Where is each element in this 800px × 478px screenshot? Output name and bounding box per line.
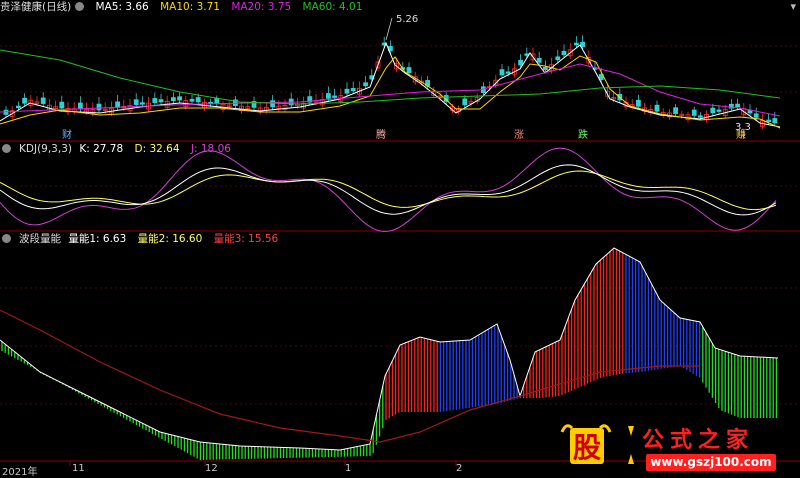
high-label: 5.26 [396, 14, 418, 25]
ma60-line [0, 49, 781, 105]
candle-body [673, 107, 678, 114]
candle-body [195, 97, 201, 103]
candle-body [115, 101, 120, 108]
candle-body [636, 99, 641, 107]
x-label-nov: 11 [72, 463, 85, 474]
x-label-feb: 2 [456, 463, 463, 474]
candle-body [654, 104, 660, 112]
candle-body [698, 115, 703, 118]
candle-body [406, 67, 412, 74]
candle-body [505, 71, 511, 74]
candle-body [691, 109, 697, 116]
candle-body [40, 97, 46, 104]
candle-body [350, 88, 356, 92]
candle-body [96, 103, 102, 111]
candle-body [518, 59, 523, 66]
candle-body [170, 97, 176, 102]
candle-body [270, 100, 276, 108]
candle-body [59, 101, 65, 109]
candle-body [536, 57, 542, 63]
x-label-jan: 1 [345, 463, 352, 474]
candle-body [22, 97, 28, 104]
candle-body [716, 109, 722, 112]
candle-body [543, 66, 548, 71]
candle-body [735, 103, 740, 108]
candle-body [133, 99, 139, 105]
watermark-logo: 股 公式之家 www.gszj100.com [560, 418, 796, 476]
marker-0: 财 [62, 128, 72, 141]
x-label-dec: 12 [205, 463, 218, 474]
watermark-url: www.gszj100.com [646, 454, 776, 471]
marker-3: 跌 [578, 128, 588, 141]
marker-1: 腾 [376, 128, 386, 141]
candle-body [574, 42, 579, 46]
candle-body [555, 56, 561, 61]
candle-body [152, 98, 158, 103]
d-line [0, 170, 777, 211]
candle-body [772, 118, 778, 124]
candle-body [363, 82, 369, 87]
high-pointer [385, 17, 393, 41]
candle-body [177, 96, 183, 101]
candle-body [580, 41, 585, 47]
candle-body [332, 95, 338, 98]
candle-body [710, 107, 716, 114]
j-line [0, 147, 777, 233]
candle-body [78, 102, 83, 110]
marker-4: 赚 [736, 128, 746, 141]
candle-body [214, 98, 220, 105]
candle-body [561, 50, 567, 56]
candle-body [189, 98, 195, 102]
chart-canvas[interactable]: 5.263.3财腾涨跌赚 [0, 0, 800, 477]
candle-body [753, 113, 759, 118]
marker-2: 涨 [514, 129, 524, 141]
watermark-text: 公式之家 [642, 428, 755, 453]
x-label-year: 2021年 [2, 467, 38, 478]
candle-body [158, 99, 164, 103]
candle-body [766, 119, 771, 123]
watermark-char: 股 [572, 431, 601, 464]
candle-body [139, 102, 145, 105]
candle-body [462, 98, 468, 106]
candle-body [325, 93, 331, 99]
candle-body [499, 69, 505, 76]
candle-body [15, 105, 21, 109]
k-line [0, 164, 777, 216]
candle-body [344, 88, 350, 94]
